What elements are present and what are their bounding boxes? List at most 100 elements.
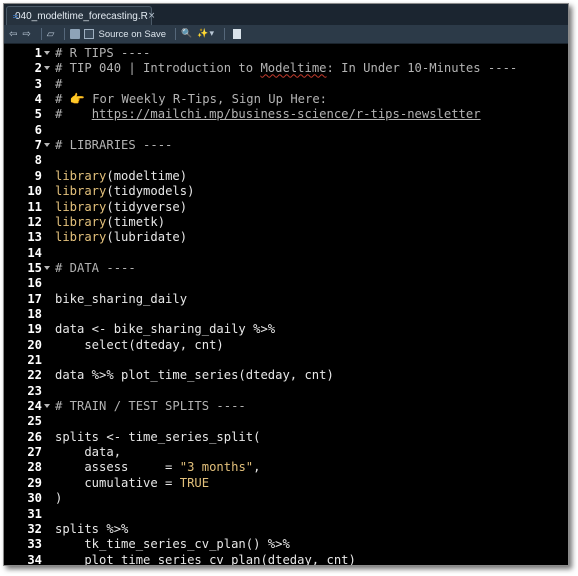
code-token: # TIP 040 | Introduction to [55,61,261,76]
show-in-new-window-icon[interactable]: ▱ [47,29,55,40]
code-line[interactable]: 9 library(modeltime) [4,169,568,184]
save-icon[interactable] [70,29,81,39]
code-line[interactable]: 30) [4,491,568,506]
line-number: 19 [27,322,42,337]
line-number: 12 [27,214,42,229]
line-number: 11 [27,199,42,214]
code-line[interactable]: 6 [4,123,568,138]
code-line[interactable]: 3 # [4,77,568,92]
code-text: library(tidyverse) [55,200,187,215]
code-line[interactable]: 20 select(dteday, cnt) [4,338,568,353]
code-line[interactable]: 28 assess = "3 months", [4,460,568,475]
code-token: library [55,184,107,199]
code-line[interactable]: 10 library(tidymodels) [4,184,568,199]
code-token: library [55,230,107,245]
code-line[interactable]: 4 # 👉 For Weekly R-Tips, Sign Up Here: [4,92,568,107]
code-token: # LIBRARIES ---- [55,138,173,153]
pointing-hand-icon: 👉 [69,92,85,107]
code-text: library(modeltime) [55,169,187,184]
code-token: data, [55,445,122,460]
code-line[interactable]: 21 [4,353,568,368]
code-line[interactable]: 11 library(tidyverse) [4,200,568,215]
code-tools-wand-icon[interactable]: ✨ [197,29,208,39]
source-on-save-label[interactable]: Source on Save [98,29,166,40]
code-line[interactable]: 19 data <- bike_sharing_daily %>% [4,322,568,337]
code-line[interactable]: 33 tk_time_series_cv_plan() %>% [4,537,568,552]
code-token: ) [55,491,63,506]
code-line[interactable]: 24 # TRAIN / TEST SPLITS ---- [4,399,568,414]
code-text: data <- bike_sharing_daily %>% [55,322,275,337]
code-text: plot_time_series_cv_plan(dteday, cnt) [55,553,356,565]
code-line[interactable]: 16 [4,276,568,291]
code-token: # [55,76,63,91]
line-number: 22 [27,368,42,383]
code-line[interactable]: 25 [4,414,568,429]
code-text: data, [55,445,121,460]
fold-toggle-icon[interactable] [44,66,50,71]
code-line[interactable]: 8 [4,153,568,168]
code-text: # TIP 040 | Introduction to Modeltime: I… [55,61,517,76]
code-line[interactable]: 7 # LIBRARIES ---- [4,138,568,153]
code-line[interactable]: 22 data %>% plot_time_series(dteday, cnt) [4,368,568,383]
code-token: cumulative = [55,475,180,490]
toolbar-divider [224,28,226,40]
search-icon[interactable]: 🔍 [181,29,192,39]
line-number: 20 [27,337,42,352]
code-token: (lubridate) [106,230,188,245]
code-editor[interactable]: 1 # R TIPS ---- 2 # TIP 040 | Introduction … [4,44,568,565]
line-number: 3 [34,76,42,91]
code-line[interactable]: 12 library(timetk) [4,215,568,230]
line-number: 13 [27,230,42,245]
code-line[interactable]: 5 # https://mailchi.mp/business-science/r… [4,107,568,122]
compile-report-icon[interactable] [233,29,242,39]
code-line[interactable]: 29 cumulative = TRUE [4,476,568,491]
line-number: 16 [27,276,42,291]
fold-toggle-icon[interactable] [44,143,50,148]
code-line[interactable]: 1 # R TIPS ---- [4,46,568,61]
code-text: library(tidymodels) [55,184,194,199]
code-token: : In Under 10-Minutes ---- [326,61,518,76]
editor-tab-bar: 040_modeltime_forecasting.R × [4,4,568,26]
code-text: assess = "3 months", [55,460,260,475]
code-line[interactable]: 2 # TIP 040 | Introduction to Modeltime: … [4,61,568,76]
code-token: library [55,214,107,229]
line-number: 33 [27,537,42,552]
line-number: 2 [34,61,42,76]
code-line[interactable]: 23 [4,384,568,399]
code-line[interactable]: 27 data, [4,445,568,460]
code-line[interactable]: 14 [4,246,568,261]
close-tab-icon[interactable]: × [148,11,156,21]
code-token: # [55,107,92,122]
fold-toggle-icon[interactable] [44,51,50,55]
code-token: data <- bike_sharing_daily %>% [55,322,276,337]
line-number: 34 [27,552,42,566]
line-number: 4 [34,92,42,107]
forward-arrow-icon[interactable]: ⇨ [22,29,30,40]
editor-toolbar: ⇦ ⇨ ▱ Source on Save 🔍 ✨ ▾ [4,25,568,44]
code-line[interactable]: 26 splits <- time_series_split( [4,430,568,445]
code-text: # LIBRARIES ---- [55,138,172,153]
code-line[interactable]: 32 splits %>% [4,522,568,537]
file-tab[interactable]: 040_modeltime_forecasting.R × [6,6,155,25]
code-text: data %>% plot_time_series(dteday, cnt) [55,368,334,383]
chevron-down-icon[interactable]: ▾ [210,29,215,39]
line-number: 18 [27,306,42,321]
back-arrow-icon[interactable]: ⇦ [9,29,17,40]
newsletter-link[interactable]: https://mailchi.mp/business-science/r-ti… [92,107,481,121]
code-line[interactable]: 34 plot_time_series_cv_plan(dteday, cnt) [4,552,568,566]
code-line[interactable]: 17 bike_sharing_daily [4,292,568,307]
code-line[interactable]: 15 # DATA ---- [4,261,568,276]
fold-toggle-icon[interactable] [44,404,50,409]
code-line[interactable]: 13 library(lubridate) [4,230,568,245]
code-text: # TRAIN / TEST SPLITS ---- [55,399,246,414]
code-line[interactable]: 18 [4,307,568,322]
code-text: # [55,77,62,92]
line-number: 8 [34,153,42,168]
code-line[interactable]: 31 [4,507,568,522]
code-token: library [55,168,107,183]
code-token: splits %>% [55,521,129,536]
fold-toggle-icon[interactable] [44,265,50,270]
source-editor-window: 040_modeltime_forecasting.R × ⇦ ⇨ ▱ Sour… [3,3,569,566]
source-on-save-checkbox[interactable] [84,29,95,39]
code-text: # https://mailchi.mp/business-science/r-… [55,107,481,122]
